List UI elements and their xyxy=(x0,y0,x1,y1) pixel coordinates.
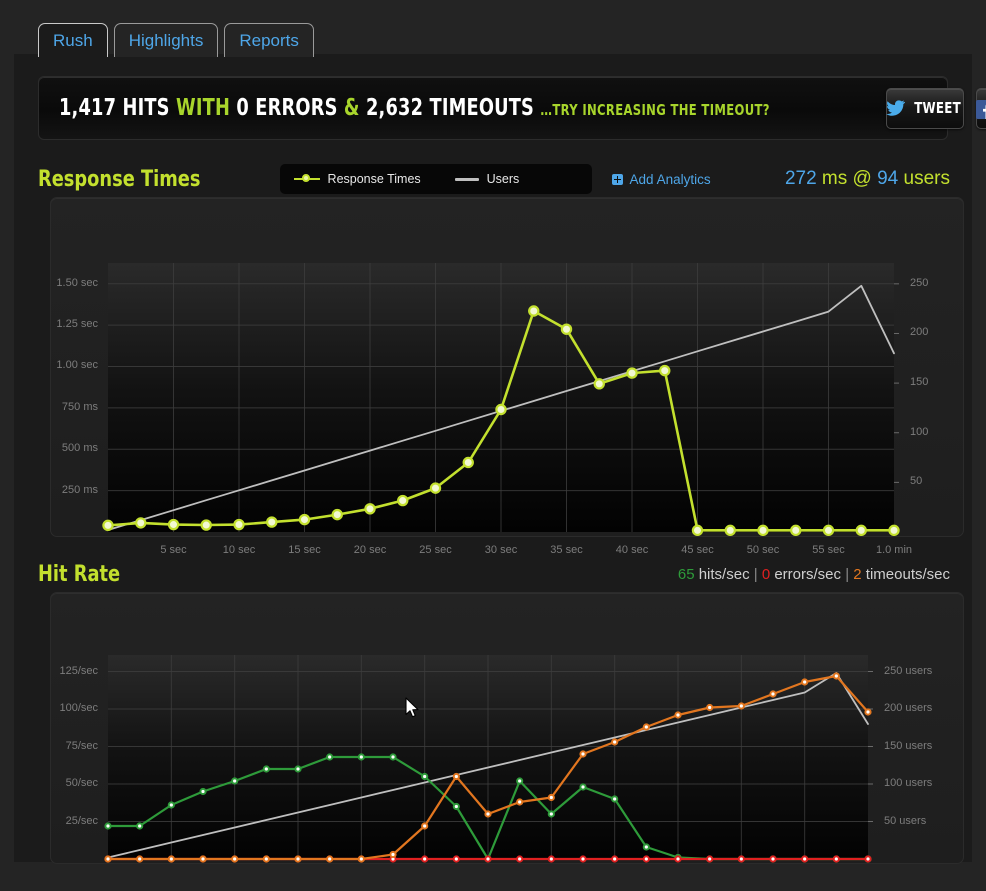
social-share-buttons: TWEET SHARE EMAIL xyxy=(885,87,986,129)
response-times-legend: Response Times Users xyxy=(279,164,592,194)
y-axis-tick-label: 1.00 sec xyxy=(56,359,98,372)
tab-bar: Rush Highlights Reports xyxy=(0,0,986,59)
users-value: 94 xyxy=(877,168,899,189)
response-times-chart-card: 250 ms 500 ms 750 ms 1.00 sec 1.25 sec 1.50 s… xyxy=(50,197,964,556)
secondary-y-axis-tick-label: 50 xyxy=(910,475,923,488)
add-analytics-link[interactable]: Add Analytics xyxy=(611,171,711,187)
y-axis-tick-label: 25/sec xyxy=(65,814,98,827)
chart-svg xyxy=(104,655,873,863)
hit-rate-chart-card: 25/sec 50/sec 75/sec 100/sec 125/sec 50 users… xyxy=(50,592,964,864)
hits-per-sec-value: 65 xyxy=(677,565,695,583)
secondary-y-axis-tick-label: 100 users xyxy=(884,777,933,789)
y-axis-tick-label: 1.25 sec xyxy=(56,318,98,331)
summary-suggestion: …TRY INCREASING THE TIMEOUT? xyxy=(540,101,770,119)
response-time-unit: ms xyxy=(821,168,848,189)
legend-item-response-times[interactable]: Response Times xyxy=(293,172,421,186)
response-times-title: Response Times xyxy=(38,166,201,192)
response-times-summary-stat: 272 ms @ 94 users xyxy=(785,168,950,190)
tweet-button[interactable]: TWEET xyxy=(885,87,964,129)
y-axis-tick-label: 75/sec xyxy=(65,739,98,752)
response-times-chart[interactable]: 250 ms 500 ms 750 ms 1.00 sec 1.25 sec 1.50 s… xyxy=(51,198,963,556)
add-analytics-label: Add Analytics xyxy=(629,171,711,187)
y-axis-tick-label: 1.50 sec xyxy=(56,276,98,289)
at-symbol: @ xyxy=(852,168,872,189)
secondary-y-axis-tick-label: 150 users xyxy=(884,739,933,752)
tab-rush-label: Rush xyxy=(53,31,93,50)
y-axis-tick-label: 100/sec xyxy=(59,702,98,714)
timeouts-per-sec-value: 2 xyxy=(853,565,862,583)
legend-label-response-times: Response Times xyxy=(327,172,421,186)
tweet-button-label: TWEET xyxy=(914,99,961,117)
users-unit: users xyxy=(903,168,950,189)
summary-ampersand: & xyxy=(343,95,360,121)
summary-errors: 0 ERRORS xyxy=(236,95,338,121)
tab-reports[interactable]: Reports xyxy=(224,23,314,57)
stat-separator-2: | xyxy=(845,565,850,583)
twitter-icon xyxy=(885,100,905,116)
response-time-value: 272 xyxy=(784,168,817,189)
plus-icon xyxy=(611,173,623,185)
summary-with: WITH xyxy=(176,95,231,121)
tab-reports-label: Reports xyxy=(239,31,299,50)
users-series-icon xyxy=(454,177,479,181)
response-times-header: Response Times Response Times Users Add … xyxy=(38,164,950,194)
main-panel: 1,417 HITS WITH 0 ERRORS & 2,632 TIMEOUT… xyxy=(14,54,986,864)
hit-rate-header: Hit Rate 65 hits/sec | 0 errors/sec | 2 … xyxy=(38,559,950,589)
secondary-y-axis-tick-label: 250 users xyxy=(884,664,933,677)
y-axis-tick-label: 125/sec xyxy=(59,664,98,677)
tab-rush[interactable]: Rush xyxy=(38,23,108,59)
tab-highlights[interactable]: Highlights xyxy=(113,23,219,57)
summary-timeouts: 2,632 TIMEOUTS xyxy=(365,95,535,121)
y-axis-tick-label: 750 ms xyxy=(61,400,98,413)
secondary-y-axis-tick-label: 50 users xyxy=(884,814,927,827)
errors-per-sec-unit: errors/sec xyxy=(774,565,842,583)
legend-label-users: Users xyxy=(486,172,520,186)
summary-hits: 1,417 HITS xyxy=(59,95,170,121)
secondary-y-axis-tick-label: 150 xyxy=(910,376,929,389)
hit-rate-summary-stat: 65 hits/sec | 0 errors/sec | 2 timeouts/… xyxy=(678,566,950,583)
hit-rate-title: Hit Rate xyxy=(38,561,121,587)
chart-svg xyxy=(102,263,900,536)
tab-list: Rush Highlights Reports xyxy=(38,23,314,59)
secondary-y-axis-tick-label: 200 users xyxy=(884,702,933,714)
tab-highlights-label: Highlights xyxy=(128,31,204,50)
x-axis-tick-label: 1.0 min xyxy=(875,544,913,556)
secondary-y-axis-tick-label: 250 xyxy=(910,276,929,289)
y-axis-tick-label: 500 ms xyxy=(61,442,98,455)
legend-item-users[interactable]: Users xyxy=(454,172,520,186)
share-button[interactable]: SHARE xyxy=(975,87,986,129)
facebook-icon xyxy=(975,100,986,119)
y-axis-tick-label: 50/sec xyxy=(65,777,98,789)
response-times-series-icon xyxy=(293,174,320,184)
rush-dashboard-page: Rush Highlights Reports 1,417 HITS WITH … xyxy=(0,0,986,891)
y-axis-tick-label: 250 ms xyxy=(61,483,98,496)
timeouts-per-sec-unit: timeouts/sec xyxy=(865,565,950,583)
hits-per-sec-unit: hits/sec xyxy=(698,565,750,583)
secondary-y-axis-tick-label: 100 xyxy=(910,425,929,438)
summary-headline: 1,417 HITS WITH 0 ERRORS & 2,632 TIMEOUT… xyxy=(59,95,770,121)
hit-rate-chart[interactable]: 25/sec 50/sec 75/sec 100/sec 125/sec 50 users… xyxy=(51,593,963,863)
secondary-y-axis-tick-label: 200 xyxy=(910,326,929,339)
summary-banner: 1,417 HITS WITH 0 ERRORS & 2,632 TIMEOUT… xyxy=(38,76,986,140)
stat-separator-1: | xyxy=(753,565,758,583)
errors-per-sec-value: 0 xyxy=(761,565,771,583)
